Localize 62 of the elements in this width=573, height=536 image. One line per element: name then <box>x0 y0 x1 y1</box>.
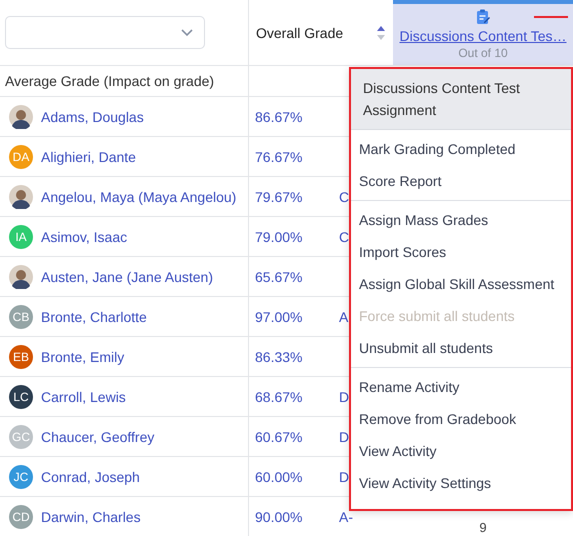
student-link[interactable]: Angelou, Maya (Maya Angelou) <box>41 188 236 204</box>
avatar-initials: DA <box>9 144 33 168</box>
avatar-initials: LC <box>9 384 33 408</box>
score-value[interactable]: 9 <box>479 520 487 535</box>
row-label: Average Grade (Impact on grade) <box>5 73 214 89</box>
grade-percent: 86.67% <box>255 108 304 124</box>
menu-item[interactable]: Import Scores <box>351 236 571 268</box>
grade-percent: 79.67% <box>255 188 304 204</box>
menu-title: Discussions Content Test Assignment <box>351 69 571 130</box>
letter-grade: A- <box>339 508 353 524</box>
student-link[interactable]: Chaucer, Geoffrey <box>41 428 154 444</box>
points-label: Out of 10 <box>458 46 508 60</box>
student-link[interactable]: Darwin, Charles <box>41 508 141 524</box>
menu-item[interactable]: Remove from Gradebook <box>351 403 571 435</box>
menu-item[interactable]: Mark Grading Completed <box>351 133 571 165</box>
sort-icon <box>377 26 385 40</box>
grade-percent: 68.67% <box>255 388 304 404</box>
menu-item[interactable]: Rename Activity <box>351 371 571 403</box>
letter-grade: D <box>339 428 350 444</box>
avatar-initials: IA <box>9 224 33 248</box>
menu-item[interactable]: View Activity Settings <box>351 467 571 499</box>
activity-link[interactable]: Discussions Content Tes… <box>399 28 567 44</box>
student-link[interactable]: Carroll, Lewis <box>41 388 126 404</box>
avatar-icon <box>9 264 33 288</box>
grade-percent: 60.00% <box>255 468 304 484</box>
menu-item[interactable]: Assign Mass Grades <box>351 204 571 236</box>
menu-item[interactable]: Score Report <box>351 165 571 197</box>
student-link[interactable]: Austen, Jane (Jane Austen) <box>41 268 213 284</box>
filter-dropdown[interactable] <box>5 16 205 49</box>
grade-percent: 76.67% <box>255 148 304 164</box>
student-link[interactable]: Adams, Douglas <box>41 108 144 124</box>
student-link[interactable]: Alighieri, Dante <box>41 148 136 164</box>
grade-percent: 79.00% <box>255 228 304 244</box>
letter-grade: D <box>339 468 350 484</box>
letter-grade: A <box>339 308 348 324</box>
menu-item[interactable]: View Activity <box>351 435 571 467</box>
chevron-down-icon <box>181 28 193 36</box>
column-header[interactable]: Overall Grade <box>256 24 344 40</box>
student-link[interactable]: Bronte, Emily <box>41 348 124 364</box>
grade-percent: 86.33% <box>255 348 304 364</box>
student-link[interactable]: Asimov, Isaac <box>41 228 128 244</box>
grade-percent: 65.67% <box>255 268 304 284</box>
avatar-initials: GC <box>9 424 33 448</box>
letter-grade: C <box>339 188 350 204</box>
avatar-initials: CB <box>9 304 33 328</box>
menu-item[interactable]: Assign Global Skill Assessment <box>351 268 571 300</box>
avatar-initials: EB <box>9 344 33 368</box>
menu-item[interactable]: Unsubmit all students <box>351 332 571 364</box>
avatar-initials: JC <box>9 464 33 488</box>
avatar-initials: CD <box>9 504 33 528</box>
document-edit-icon <box>476 9 490 25</box>
grade-percent: 97.00% <box>255 308 304 324</box>
activity-column-header[interactable]: Discussions Content Tes… Out of 10 <box>393 0 573 65</box>
letter-grade: C <box>339 228 350 244</box>
letter-grade: D <box>339 388 350 404</box>
drag-handle[interactable] <box>534 16 568 18</box>
avatar-icon <box>9 104 33 128</box>
grade-percent: 60.67% <box>255 428 304 444</box>
grade-percent: 90.00% <box>255 508 304 524</box>
student-link[interactable]: Bronte, Charlotte <box>41 308 147 324</box>
avatar-icon <box>9 184 33 208</box>
student-link[interactable]: Conrad, Joseph <box>41 468 140 484</box>
